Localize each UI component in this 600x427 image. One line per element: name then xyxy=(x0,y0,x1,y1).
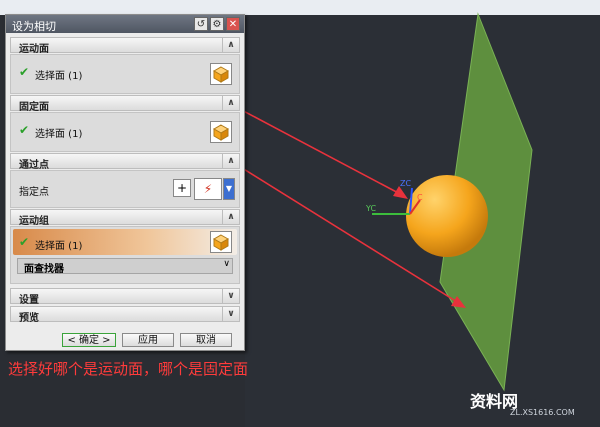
select-face-label: 选择面 (1) xyxy=(35,241,83,252)
zc-label: ZC xyxy=(400,179,411,188)
section-settings-label: 设置 xyxy=(19,295,39,306)
chevron-down-icon[interactable]: ∨ xyxy=(222,289,239,303)
section-settings-header[interactable]: 设置 ∨ xyxy=(10,288,240,306)
section-moving-group-header[interactable]: 运动组 ∧ xyxy=(10,209,240,227)
cancel-button[interactable]: 取消 xyxy=(180,333,232,347)
specify-point-label: 指定点 xyxy=(19,187,49,198)
chevron-up-icon[interactable]: ∧ xyxy=(222,210,239,224)
section-moving-face-header[interactable]: 运动面 ∧ xyxy=(10,37,240,55)
section-fixed-face-body: ✔ 选择面 (1) xyxy=(10,112,240,152)
face-select-icon[interactable] xyxy=(210,121,232,143)
moving-group-selection-row[interactable]: ✔ 选择面 (1) xyxy=(13,229,237,255)
section-moving-group-label: 运动组 xyxy=(19,216,49,227)
section-through-point-label: 通过点 xyxy=(19,160,49,171)
section-fixed-face-label: 固定面 xyxy=(19,102,49,113)
section-through-point-body: 指定点 + ⚡ ▼ xyxy=(10,170,240,208)
instruction-caption: 选择好哪个是运动面，哪个是固定面 xyxy=(8,360,249,378)
ok-button[interactable]: < 确定 > xyxy=(62,333,116,347)
reset-icon[interactable]: ↺ xyxy=(194,17,208,31)
inferred-point-icon[interactable]: ⚡ xyxy=(194,178,222,200)
moving-sphere xyxy=(406,175,488,257)
set-tangent-dialog: 设为相切 ↺ ⚙ ✕ 运动面 ∧ ✔ 选择面 (1) 固定面 ∧ ✔ 选择面 (… xyxy=(5,14,245,351)
face-select-icon[interactable] xyxy=(210,231,232,253)
face-finder-label: 面查找器 xyxy=(24,264,64,275)
select-face-label[interactable]: 选择面 (1) xyxy=(35,125,82,140)
xc-label: C xyxy=(417,193,423,202)
chevron-down-icon[interactable]: ▼ xyxy=(223,178,235,200)
section-moving-face-body: ✔ 选择面 (1) xyxy=(10,54,240,94)
chevron-up-icon[interactable]: ∧ xyxy=(222,38,239,52)
watermark-url: ZL.XS1616.COM xyxy=(510,408,575,417)
section-preview-header[interactable]: 预览 ∨ xyxy=(10,306,240,324)
chevron-up-icon[interactable]: ∧ xyxy=(222,154,239,168)
dialog-titlebar[interactable]: 设为相切 ↺ ⚙ ✕ xyxy=(6,15,244,33)
dialog-title: 设为相切 xyxy=(12,20,56,33)
apply-button[interactable]: 应用 xyxy=(122,333,174,347)
section-fixed-face-header[interactable]: 固定面 ∧ xyxy=(10,95,240,113)
section-moving-face-label: 运动面 xyxy=(19,44,49,55)
gear-icon[interactable]: ⚙ xyxy=(210,17,224,31)
check-icon: ✔ xyxy=(19,123,30,137)
section-moving-group-body: ✔ 选择面 (1) 面查找器 ∨ xyxy=(10,226,240,284)
close-icon[interactable]: ✕ xyxy=(226,17,240,31)
check-icon: ✔ xyxy=(19,235,30,249)
face-finder-dropdown[interactable]: 面查找器 ∨ xyxy=(17,258,233,275)
yc-label: YC xyxy=(365,204,376,213)
section-through-point-header[interactable]: 通过点 ∧ xyxy=(10,153,240,171)
face-select-icon[interactable] xyxy=(210,63,232,85)
chevron-down-icon[interactable]: ∨ xyxy=(222,307,239,321)
point-dialog-icon[interactable]: + xyxy=(173,179,191,197)
check-icon: ✔ xyxy=(19,65,30,79)
section-preview-label: 预览 xyxy=(19,313,39,324)
chevron-down-icon: ∨ xyxy=(223,259,230,269)
chevron-up-icon[interactable]: ∧ xyxy=(222,96,239,110)
select-face-label[interactable]: 选择面 (1) xyxy=(35,67,82,82)
